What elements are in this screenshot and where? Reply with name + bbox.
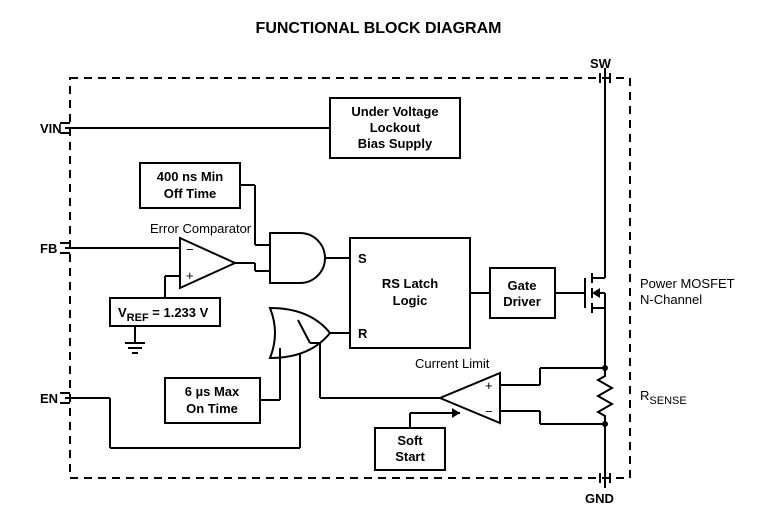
block-diagram: VIN FB EN SW GND Under Voltage Lockout B… bbox=[20, 48, 740, 508]
gate-driver-l2: Driver bbox=[503, 294, 541, 309]
comp-plus-1: + bbox=[186, 268, 194, 283]
soft-start-l1: Soft bbox=[397, 433, 423, 448]
pin-vin: VIN bbox=[40, 121, 62, 136]
rs-latch-r: R bbox=[358, 326, 368, 341]
rs-latch-l1: RS Latch bbox=[382, 276, 438, 291]
comp-minus-2: − bbox=[485, 404, 493, 419]
off-time-l1: 400 ns Min bbox=[157, 169, 224, 184]
error-comparator-label: Error Comparator bbox=[150, 221, 252, 236]
on-time-l2: On Time bbox=[186, 401, 238, 416]
comp-minus-1: − bbox=[186, 242, 194, 257]
off-time-l2: Off Time bbox=[164, 186, 217, 201]
pin-en: EN bbox=[40, 391, 58, 406]
gate-driver-block bbox=[490, 268, 555, 318]
comp-plus-2: + bbox=[485, 378, 493, 393]
page-title: FUNCTIONAL BLOCK DIAGRAM bbox=[20, 20, 737, 38]
on-time-l1: 6 µs Max bbox=[185, 384, 240, 399]
uvlo-line3: Bias Supply bbox=[358, 136, 433, 151]
pin-gnd: GND bbox=[585, 491, 614, 506]
pin-fb: FB bbox=[40, 241, 57, 256]
pin-sw: SW bbox=[590, 56, 612, 71]
rs-latch-l2: Logic bbox=[393, 293, 428, 308]
mosfet-symbol bbox=[585, 273, 605, 313]
soft-start-l2: Start bbox=[395, 449, 425, 464]
and-gate bbox=[270, 233, 325, 283]
gate-driver-l1: Gate bbox=[508, 278, 537, 293]
uvlo-line2: Lockout bbox=[370, 120, 421, 135]
current-limit-label: Current Limit bbox=[415, 356, 490, 371]
rsense-label: RSENSE bbox=[640, 388, 687, 407]
rs-latch-s: S bbox=[358, 251, 367, 266]
uvlo-line1: Under Voltage bbox=[351, 104, 438, 119]
mosfet-label-l1: Power MOSFET bbox=[640, 276, 735, 291]
mosfet-label-l2: N-Channel bbox=[640, 292, 702, 307]
